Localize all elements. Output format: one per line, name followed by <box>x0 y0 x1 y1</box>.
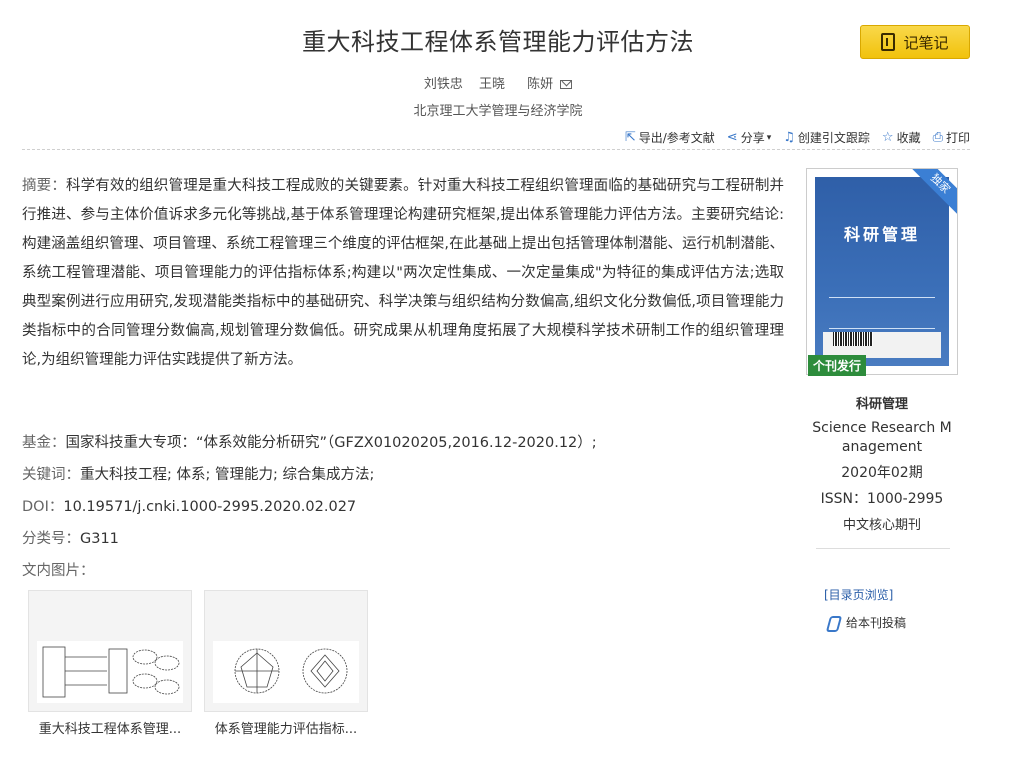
article-title: 重大科技工程体系管理能力评估方法 <box>302 28 694 56</box>
publication-tag: 个刊发行 <box>808 355 867 376</box>
export-button[interactable]: ⇱ 导出/参考文献 <box>625 129 715 146</box>
figure-thumbnail[interactable] <box>204 590 368 712</box>
favorite-button[interactable]: ☆ 收藏 <box>882 129 921 146</box>
track-citation-button[interactable]: ♫ 创建引文跟踪 <box>783 129 870 146</box>
share-button[interactable]: ⋖ 分享 ▾ <box>727 129 771 146</box>
abstract: 摘要：科学有效的组织管理是重大科技工程成败的关键要素。针对重大科技工程组织管理面… <box>22 172 784 375</box>
barcode-icon <box>833 332 873 346</box>
mail-icon[interactable] <box>560 80 573 89</box>
export-icon: ⇱ <box>624 130 636 145</box>
classification-value: G311 <box>80 531 119 547</box>
article-toolbar: ⇱ 导出/参考文献 ⋖ 分享 ▾ ♫ 创建引文跟踪 ☆ 收藏 ⎙ 打印 <box>617 129 970 146</box>
star-icon: ☆ <box>881 130 894 145</box>
classification-line: 分类号：G311 <box>22 531 119 547</box>
take-note-label: 记笔记 <box>903 33 949 52</box>
figures-label: 文内图片： <box>22 563 95 579</box>
chevron-down-icon: ▾ <box>766 132 772 143</box>
figure-caption[interactable]: 体系管理能力评估指标... <box>204 718 368 737</box>
fund-line: 基金：国家科技重大专项：“体系效能分析研究”（GFZX01020205,2016… <box>22 435 597 451</box>
divider <box>816 548 950 549</box>
author-link[interactable]: 王晓 <box>479 77 505 92</box>
journal-cover[interactable]: 科研管理 独家 <box>806 168 958 375</box>
printer-icon: ⎙ <box>932 130 943 145</box>
journal-english-name: Science Research M anagement <box>812 420 952 455</box>
submit-icon <box>825 615 843 632</box>
affiliation[interactable]: 北京理工大学管理与经济学院 <box>0 100 996 119</box>
keywords-line: 关键词：重大科技工程; 体系; 管理能力; 综合集成方法; <box>22 467 375 483</box>
share-icon: ⋖ <box>726 130 738 145</box>
fund-value[interactable]: 国家科技重大专项：“体系效能分析研究”（GFZX01020205,2016.12… <box>66 435 597 451</box>
flowchart-figure <box>42 646 180 698</box>
figure-thumbnail[interactable] <box>28 590 192 712</box>
keywords-value[interactable]: 重大科技工程; 体系; 管理能力; 综合集成方法; <box>80 467 374 483</box>
doi-line: DOI：10.19571/j.cnki.1000-2995.2020.02.02… <box>22 499 357 515</box>
divider <box>22 149 970 150</box>
submit-link[interactable]: 给本刊投稿 <box>825 614 906 632</box>
bell-icon: ♫ <box>783 130 795 145</box>
cover-title: 科研管理 <box>843 225 920 244</box>
doi-value: 10.19571/j.cnki.1000-2995.2020.02.027 <box>63 499 357 515</box>
notebook-icon <box>881 33 896 51</box>
journal-name[interactable]: 科研管理 <box>810 393 954 412</box>
figure-caption[interactable]: 重大科技工程体系管理... <box>28 718 192 737</box>
journal-issue[interactable]: 2020年02期 <box>810 462 954 482</box>
abstract-label: 摘要： <box>22 178 66 194</box>
author-list: 刘铁忠 王晓 陈妍 <box>0 73 996 92</box>
abstract-text: 科学有效的组织管理是重大科技工程成败的关键要素。针对重大科技工程组织管理面临的基… <box>22 178 785 368</box>
print-button[interactable]: ⎙ 打印 <box>933 129 970 146</box>
author-link[interactable]: 陈妍 <box>521 77 573 92</box>
take-note-button[interactable]: 记笔记 <box>860 25 970 59</box>
journal-issn: ISSN：1000-2995 <box>820 491 944 507</box>
journal-core-badge: 中文核心期刊 <box>842 518 921 533</box>
radar-figure <box>234 648 348 694</box>
author-link[interactable]: 刘铁忠 <box>424 77 463 92</box>
toc-browse-link[interactable]: [目录页浏览] <box>824 586 893 603</box>
